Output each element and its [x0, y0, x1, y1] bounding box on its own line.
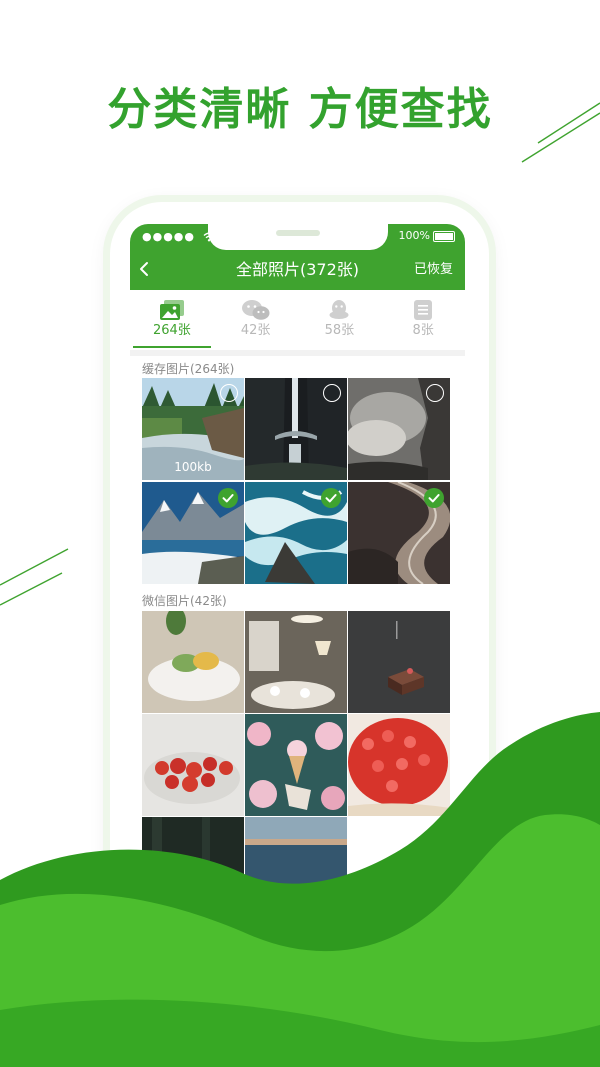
green-wave-background: [0, 712, 600, 1067]
